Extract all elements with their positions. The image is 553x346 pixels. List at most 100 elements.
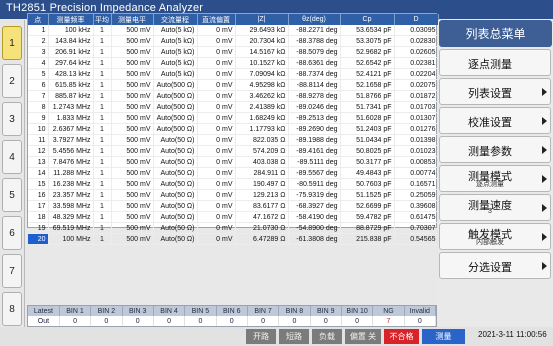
table-row[interactable]: 19 69.519 MHz 1 500 mV Auto(50 Ω) 0 mV 21.0730… [28,222,439,234]
sort-setup-button[interactable]: 分选设置 [439,252,551,279]
cell-d: 0.02075 [394,79,439,91]
cell-cp: 50.7603 pF [340,178,395,190]
measure-button[interactable]: 测量 [422,329,465,344]
cell-d: 0.02830 [394,35,439,47]
cell-level: 500 mV [111,233,154,245]
cell-point: 12 [28,145,49,157]
cell-point: 2 [28,35,49,47]
table-row[interactable]: 12 5.4556 MHz 1 500 mV Auto(50 Ω) 0 mV 574.209… [28,145,439,157]
table-row[interactable]: 1 100 kHz 1 500 mV Auto(5 kΩ) 0 mV 29.6493 kΩ -… [28,25,439,36]
bin-header: BIN 2 [90,306,123,316]
table-row[interactable]: 11 3.7927 MHz 1 500 mV Auto(50 Ω) 0 mV 822.035… [28,134,439,146]
cell-ac-range: Auto(5 kΩ) [153,25,198,36]
list-setup-button[interactable]: 列表设置 [439,78,551,105]
tab-7[interactable]: 7 [2,254,22,288]
tab-3[interactable]: 3 [2,102,22,136]
cell-d: 0.02204 [394,68,439,80]
cell-level: 500 mV [111,167,154,179]
cell-cp: 51.1525 pF [340,189,395,201]
cell-z: 1.68249 kΩ [235,112,289,124]
cell-theta: -88.2271 deg [288,25,341,36]
measure-mode-button[interactable]: 测量模式 逐点测量 [439,165,551,192]
bin-header: BIN 10 [341,306,374,316]
cell-dc-bias: 0 mV [197,222,236,234]
open-indicator[interactable]: 开路 [246,329,276,344]
cell-point: 13 [28,156,49,168]
cell-z: 20.7304 kΩ [235,35,289,47]
bin-header: BIN 4 [153,306,186,316]
table-row[interactable]: 4 297.64 kHz 1 500 mV Auto(5 kΩ) 0 mV 10.1527 … [28,57,439,69]
cell-average: 1 [93,211,112,223]
calibration-setup-button[interactable]: 校准设置 [439,107,551,134]
cell-theta: -88.6361 deg [288,57,341,69]
bin-header: BIN 1 [59,306,92,316]
bias-indicator[interactable]: 偏置 关 [345,329,381,344]
table-row[interactable]: 13 7.8476 MHz 1 500 mV Auto(50 Ω) 0 mV 403.038… [28,156,439,168]
table-row[interactable]: 18 48.329 MHz 1 500 mV Auto(50 Ω) 0 mV 47.1672… [28,211,439,223]
tab-2[interactable]: 2 [2,64,22,98]
bin-count: 0 [59,316,92,326]
cell-d: 0.01276 [394,123,439,135]
cell-level: 500 mV [111,90,154,102]
menu-title: 列表总菜单 [439,20,552,47]
cell-ac-range: Auto(500 Ω) [153,90,198,102]
cell-ac-range: Auto(500 Ω) [153,123,198,135]
cell-frequency: 1.833 MHz [48,112,94,124]
table-row[interactable]: 14 11.288 MHz 1 500 mV Auto(50 Ω) 0 mV 284.911… [28,167,439,179]
table-row[interactable]: 20 100 MHz 1 500 mV Auto(50 Ω) 0 mV 6.47289 Ω-… [28,233,439,245]
cell-point: 20 [28,233,49,245]
table-row[interactable]: 16 23.357 MHz 1 500 mV Auto(50 Ω) 0 mV 129.213… [28,189,439,201]
cell-average: 1 [93,68,112,80]
table-row[interactable]: 8 1.2743 MHz 1 500 mV Auto(500 Ω) 0 mV 2.41389… [28,101,439,113]
table-row[interactable]: 7 885.87 kHz 1 500 mV Auto(500 Ω) 0 mV 3.46262… [28,90,439,102]
cell-z: 6.47289 Ω [235,233,289,245]
cell-dc-bias: 0 mV [197,101,236,113]
table-row[interactable]: 3 206.91 kHz 1 500 mV Auto(5 kΩ) 0 mV 14.5167 … [28,46,439,58]
table-row[interactable]: 15 16.238 MHz 1 500 mV Auto(50 Ω) 0 mV 190.497… [28,178,439,190]
cell-dc-bias: 0 mV [197,167,236,179]
load-indicator[interactable]: 负载 [312,329,342,344]
table-row[interactable]: 9 1.833 MHz 1 500 mV Auto(500 Ω) 0 mV 1.68249 … [28,112,439,124]
cell-point: 14 [28,167,49,179]
table-row[interactable]: 5 428.13 kHz 1 500 mV Auto(5 kΩ) 0 mV 7.09094 … [28,68,439,80]
cell-dc-bias: 0 mV [197,57,236,69]
measure-speed-value: 3 [488,208,492,215]
bin-count: 0 [341,316,374,326]
cell-theta: -68.3927 deg [288,200,341,212]
bin-count: 0 [184,316,217,326]
cell-d: 0.54565 [394,233,439,245]
bin-count: 0 [90,316,123,326]
cell-ac-range: Auto(5 kΩ) [153,57,198,69]
tab-8[interactable]: 8 [2,292,22,326]
col-d: D [394,14,439,25]
cell-dc-bias: 0 mV [197,134,236,146]
trigger-mode-button[interactable]: 触发模式 内部触发 [439,223,551,250]
cell-point: 18 [28,211,49,223]
cell-average: 1 [93,112,112,124]
tab-6[interactable]: 6 [2,216,22,250]
cell-z: 10.1527 kΩ [235,57,289,69]
cell-point: 9 [28,112,49,124]
bin-count: 7 [372,316,405,326]
measure-params-button[interactable]: 测量参数 [439,136,551,163]
table-row[interactable]: 10 2.6367 MHz 1 500 mV Auto(500 Ω) 0 mV 1.1779… [28,123,439,135]
tab-4[interactable]: 4 [2,140,22,174]
cell-frequency: 885.87 kHz [48,90,94,102]
cell-average: 1 [93,25,112,36]
tab-5[interactable]: 5 [2,178,22,212]
cell-z: 190.497 Ω [235,178,289,190]
cell-level: 500 mV [111,112,154,124]
short-indicator[interactable]: 短路 [279,329,309,344]
bin-header: BIN 8 [278,306,311,316]
measure-speed-button[interactable]: 测量速度 3 [439,194,551,221]
tab-1[interactable]: 1 [2,26,22,60]
table-row[interactable]: 17 33.598 MHz 1 500 mV Auto(50 Ω) 0 mV 83.6177… [28,200,439,212]
table-row[interactable]: 6 615.85 kHz 1 500 mV Auto(500 Ω) 0 mV 4.95298… [28,79,439,91]
cell-point: 17 [28,200,49,212]
point-measure-button[interactable]: 逐点测量 [439,49,551,76]
cell-level: 500 mV [111,68,154,80]
list-setup-label: 列表设置 [468,88,512,100]
table-row[interactable]: 2 143.84 kHz 1 500 mV Auto(5 kΩ) 0 mV 20.7304 … [28,35,439,47]
cell-frequency: 5.4556 MHz [48,145,94,157]
bin-header: BIN 3 [122,306,154,316]
